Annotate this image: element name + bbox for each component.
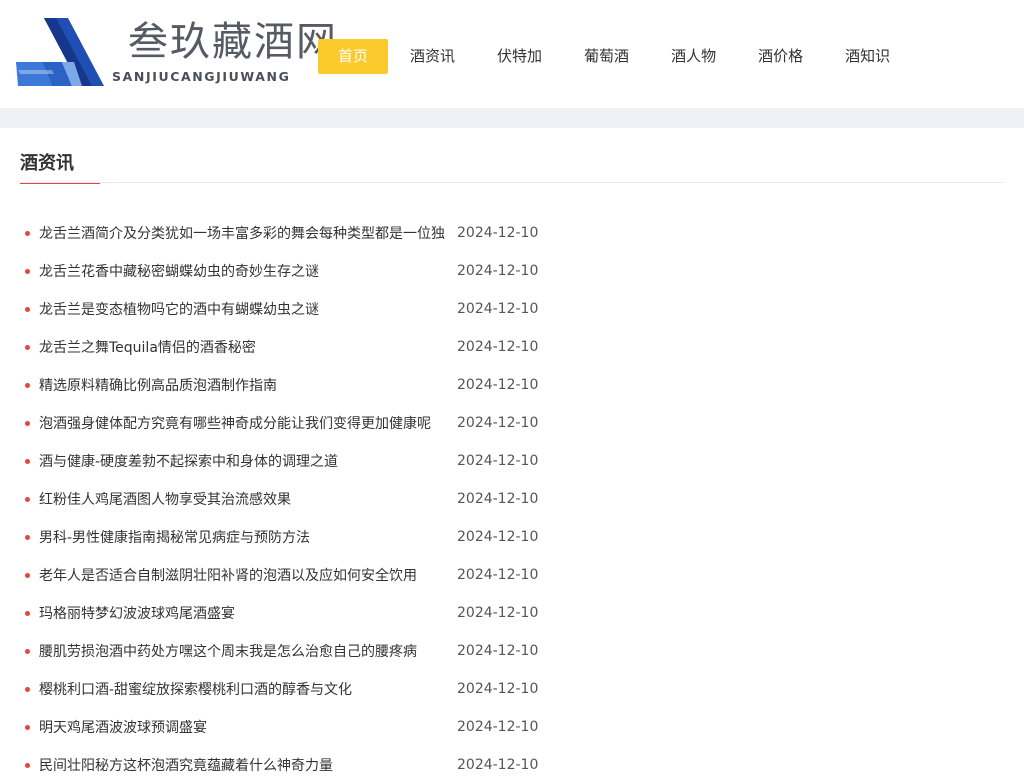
list-item[interactable]: 男科-男性健康指南揭秘常见病症与预防方法 2024-12-10 xyxy=(20,518,580,556)
bullet-icon xyxy=(25,344,30,350)
nav-item-vodka[interactable]: 伏特加 xyxy=(477,39,562,74)
list-item[interactable]: 泡酒强身健体配方究竟有哪些神奇成分能让我们变得更加健康呢 2024-12-10 xyxy=(20,404,580,442)
article-title[interactable]: 泡酒强身健体配方究竟有哪些神奇成分能让我们变得更加健康呢 xyxy=(39,413,449,433)
list-item[interactable]: 龙舌兰酒简介及分类犹如一场丰富多彩的舞会每种类型都是一位独 2024-12-10 xyxy=(20,214,580,252)
header-divider-band xyxy=(0,108,1024,128)
section-title: 酒资讯 xyxy=(20,150,100,184)
nav-item-wine-people[interactable]: 酒人物 xyxy=(651,39,736,74)
news-section-header: 酒资讯 xyxy=(20,150,1004,184)
bullet-icon xyxy=(25,724,30,730)
article-title[interactable]: 腰肌劳损泡酒中药处方嘿这个周末我是怎么治愈自己的腰疼病 xyxy=(39,641,449,661)
article-title[interactable]: 龙舌兰酒简介及分类犹如一场丰富多彩的舞会每种类型都是一位独 xyxy=(39,223,449,243)
article-list: 龙舌兰酒简介及分类犹如一场丰富多彩的舞会每种类型都是一位独 2024-12-10 … xyxy=(20,214,580,784)
bullet-icon xyxy=(25,610,30,616)
nav-item-wine-prices[interactable]: 酒价格 xyxy=(738,39,823,74)
bullet-icon xyxy=(25,420,30,426)
list-item[interactable]: 龙舌兰之舞Tequila情侣的酒香秘密 2024-12-10 xyxy=(20,328,580,366)
article-date: 2024-12-10 xyxy=(457,301,539,317)
article-title[interactable]: 男科-男性健康指南揭秘常见病症与预防方法 xyxy=(39,527,449,547)
bullet-icon xyxy=(25,686,30,692)
article-title[interactable]: 龙舌兰是变态植物吗它的酒中有蝴蝶幼虫之谜 xyxy=(39,299,449,319)
article-date: 2024-12-10 xyxy=(457,339,539,355)
list-item[interactable]: 红粉佳人鸡尾酒图人物享受其治流感效果 2024-12-10 xyxy=(20,480,580,518)
nav-item-wine-knowledge[interactable]: 酒知识 xyxy=(825,39,910,74)
article-date: 2024-12-10 xyxy=(457,415,539,431)
site-logo[interactable]: 叁玖藏酒网 SANJIUCANGJIUWANG xyxy=(16,14,336,88)
site-header: 叁玖藏酒网 SANJIUCANGJIUWANG 首页 酒资讯 伏特加 葡萄酒 酒… xyxy=(0,0,1024,108)
list-item[interactable]: 樱桃利口酒-甜蜜绽放探索樱桃利口酒的醇香与文化 2024-12-10 xyxy=(20,670,580,708)
article-date: 2024-12-10 xyxy=(457,757,539,773)
bullet-icon xyxy=(25,762,30,768)
article-title[interactable]: 龙舌兰花香中藏秘密蝴蝶幼虫的奇妙生存之谜 xyxy=(39,261,449,281)
bullet-icon xyxy=(25,572,30,578)
article-date: 2024-12-10 xyxy=(457,491,539,507)
list-item[interactable]: 腰肌劳损泡酒中药处方嘿这个周末我是怎么治愈自己的腰疼病 2024-12-10 xyxy=(20,632,580,670)
list-item[interactable]: 明天鸡尾酒波波球预调盛宴 2024-12-10 xyxy=(20,708,580,746)
bullet-icon xyxy=(25,230,30,236)
logo-name-en: SANJIUCANGJIUWANG xyxy=(112,69,291,84)
article-title[interactable]: 樱桃利口酒-甜蜜绽放探索樱桃利口酒的醇香与文化 xyxy=(39,679,449,699)
article-title[interactable]: 红粉佳人鸡尾酒图人物享受其治流感效果 xyxy=(39,489,449,509)
bullet-icon xyxy=(25,306,30,312)
article-date: 2024-12-10 xyxy=(457,605,539,621)
logo-name-cn: 叁玖藏酒网 xyxy=(128,19,338,65)
nav-item-wine-news[interactable]: 酒资讯 xyxy=(390,39,475,74)
bullet-icon xyxy=(25,458,30,464)
list-item[interactable]: 老年人是否适合自制滋阴壮阳补肾的泡酒以及应如何安全饮用 2024-12-10 xyxy=(20,556,580,594)
article-title[interactable]: 酒与健康-硬度差勃不起探索中和身体的调理之道 xyxy=(39,451,449,471)
list-item[interactable]: 玛格丽特梦幻波波球鸡尾酒盛宴 2024-12-10 xyxy=(20,594,580,632)
article-date: 2024-12-10 xyxy=(457,225,539,241)
article-date: 2024-12-10 xyxy=(457,643,539,659)
article-title[interactable]: 明天鸡尾酒波波球预调盛宴 xyxy=(39,717,449,737)
article-date: 2024-12-10 xyxy=(457,263,539,279)
main-nav: 首页 酒资讯 伏特加 葡萄酒 酒人物 酒价格 酒知识 xyxy=(318,39,912,74)
article-title[interactable]: 民间壮阳秘方这杯泡酒究竟蕴藏着什么神奇力量 xyxy=(39,755,449,775)
article-title[interactable]: 精选原料精确比例高品质泡酒制作指南 xyxy=(39,375,449,395)
article-title[interactable]: 老年人是否适合自制滋阴壮阳补肾的泡酒以及应如何安全饮用 xyxy=(39,565,449,585)
nav-item-grape-wine[interactable]: 葡萄酒 xyxy=(564,39,649,74)
nav-item-home[interactable]: 首页 xyxy=(318,39,389,74)
bullet-icon xyxy=(25,268,30,274)
logo-mark-icon xyxy=(16,18,104,86)
article-date: 2024-12-10 xyxy=(457,567,539,583)
article-date: 2024-12-10 xyxy=(457,719,539,735)
article-date: 2024-12-10 xyxy=(457,453,539,469)
section-divider xyxy=(20,182,1004,183)
article-date: 2024-12-10 xyxy=(457,377,539,393)
article-date: 2024-12-10 xyxy=(457,529,539,545)
list-item[interactable]: 龙舌兰花香中藏秘密蝴蝶幼虫的奇妙生存之谜 2024-12-10 xyxy=(20,252,580,290)
bullet-icon xyxy=(25,648,30,654)
bullet-icon xyxy=(25,496,30,502)
bullet-icon xyxy=(25,382,30,388)
article-title[interactable]: 龙舌兰之舞Tequila情侣的酒香秘密 xyxy=(39,337,449,357)
article-title[interactable]: 玛格丽特梦幻波波球鸡尾酒盛宴 xyxy=(39,603,449,623)
list-item[interactable]: 精选原料精确比例高品质泡酒制作指南 2024-12-10 xyxy=(20,366,580,404)
bullet-icon xyxy=(25,534,30,540)
list-item[interactable]: 酒与健康-硬度差勃不起探索中和身体的调理之道 2024-12-10 xyxy=(20,442,580,480)
list-item[interactable]: 龙舌兰是变态植物吗它的酒中有蝴蝶幼虫之谜 2024-12-10 xyxy=(20,290,580,328)
article-date: 2024-12-10 xyxy=(457,681,539,697)
list-item[interactable]: 民间壮阳秘方这杯泡酒究竟蕴藏着什么神奇力量 2024-12-10 xyxy=(20,746,580,784)
